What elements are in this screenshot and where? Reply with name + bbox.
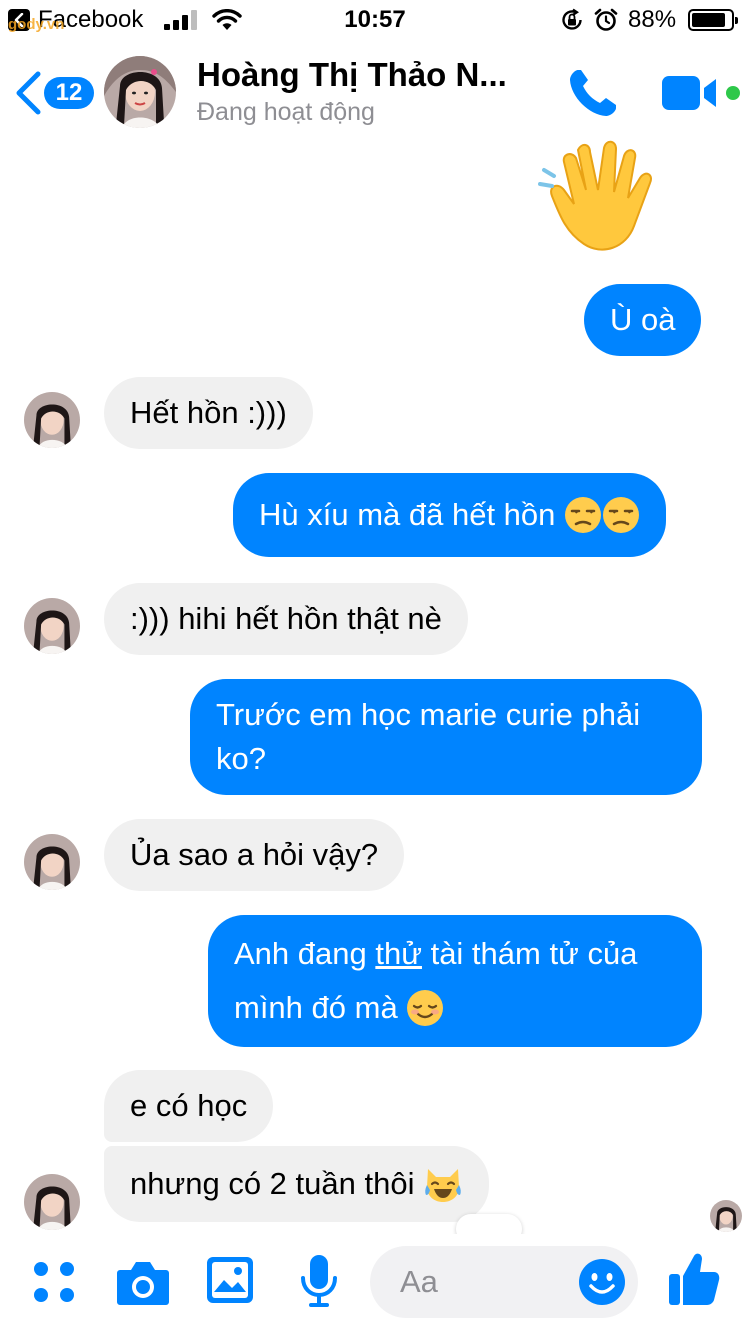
- reaction-badge[interactable]: [456, 1214, 522, 1234]
- underlined-word[interactable]: thử: [375, 936, 422, 971]
- conversation-header: 12 Hoàng Thị Thảo N... Đang hoạt động: [0, 40, 750, 140]
- rotation-lock-icon: [562, 8, 582, 30]
- contact-avatar[interactable]: [104, 56, 176, 128]
- contact-name[interactable]: Hoàng Thị Thảo N...: [197, 56, 507, 94]
- message-bubble-incoming[interactable]: Hết hồn :))): [104, 377, 313, 449]
- message-bubble-outgoing[interactable]: Trước em học marie curie phải ko?: [190, 679, 702, 795]
- message-bubble-outgoing[interactable]: Hù xíu mà đã hết hồn: [233, 473, 667, 557]
- alarm-icon: [594, 8, 618, 31]
- message-bubble-incoming[interactable]: :))) hihi hết hồn thật nè: [104, 583, 468, 655]
- status-bar: Facebook gody.vn 10:57 88%: [0, 0, 750, 40]
- message-text: Hết hồn :))): [130, 395, 287, 430]
- message-bubble-outgoing[interactable]: Anh đang thử tài thám tử của mình đó mà: [208, 915, 702, 1047]
- message-text: Ù oà: [610, 302, 676, 337]
- battery-percent: 88%: [628, 6, 677, 33]
- unamused-face-icon: [603, 496, 640, 533]
- online-indicator: [726, 86, 740, 100]
- photo-icon[interactable]: [206, 1256, 254, 1304]
- battery-icon: [688, 9, 738, 31]
- unamused-face-icon: [565, 496, 602, 533]
- cat-tears-of-joy-icon: [425, 1168, 461, 1202]
- message-text: mình đó mà: [234, 990, 398, 1025]
- message-text: tài thám tử của: [421, 936, 638, 971]
- thumbs-up-icon[interactable]: [668, 1252, 720, 1306]
- menu-dots-icon[interactable]: [33, 1261, 77, 1305]
- chevron-left-icon: [16, 71, 41, 115]
- message-text: e có học: [130, 1088, 248, 1123]
- message-text-line: ko?: [216, 741, 266, 776]
- message-input-placeholder: Aa: [400, 1264, 438, 1299]
- sender-avatar[interactable]: [24, 834, 80, 890]
- message-bubble-incoming[interactable]: e có học: [104, 1070, 274, 1142]
- sender-avatar[interactable]: [24, 598, 80, 654]
- unread-count-badge: 12: [44, 77, 94, 109]
- message-input[interactable]: Aa: [370, 1246, 638, 1318]
- message-text: :))) hihi hết hồn thật nè: [130, 601, 442, 636]
- emoji-smile-icon[interactable]: [578, 1258, 626, 1306]
- microphone-icon[interactable]: [300, 1254, 338, 1308]
- message-text: nhưng có 2 tuần thôi: [130, 1166, 415, 1201]
- message-text-line: Anh đang thử tài thám tử của: [234, 927, 676, 981]
- message-bubble-incoming[interactable]: Ủa sao a hỏi vậy?: [104, 819, 405, 891]
- active-status: Đang hoạt động: [197, 98, 375, 126]
- camera-icon[interactable]: [116, 1258, 170, 1306]
- video-call-icon[interactable]: [662, 74, 720, 114]
- message-bubble-incoming[interactable]: nhưng có 2 tuần thôi: [104, 1146, 490, 1222]
- message-list[interactable]: Ù oà Hết hồn :))) Hù xíu mà đã hết hồn:…: [0, 140, 750, 1234]
- back-button[interactable]: 12: [14, 68, 94, 118]
- seen-indicator-avatar: [710, 1200, 742, 1232]
- message-text: Anh đang: [234, 936, 376, 971]
- message-bubble-outgoing[interactable]: Ù oà: [584, 284, 702, 356]
- sender-avatar[interactable]: [24, 1174, 80, 1230]
- message-composer: Aa: [0, 1234, 750, 1334]
- battery-fill: [692, 13, 725, 27]
- phone-call-icon[interactable]: [566, 66, 620, 120]
- relieved-face-icon: [407, 989, 444, 1026]
- message-text: Hù xíu mà đã hết hồn: [259, 497, 556, 532]
- sender-avatar[interactable]: [24, 392, 80, 448]
- message-text-line: mình đó mà: [234, 981, 676, 1035]
- waving-hand-icon: [538, 140, 652, 251]
- message-text-line: Trước em học marie curie phải: [216, 697, 641, 732]
- message-text: Ủa sao a hỏi vậy?: [130, 837, 379, 872]
